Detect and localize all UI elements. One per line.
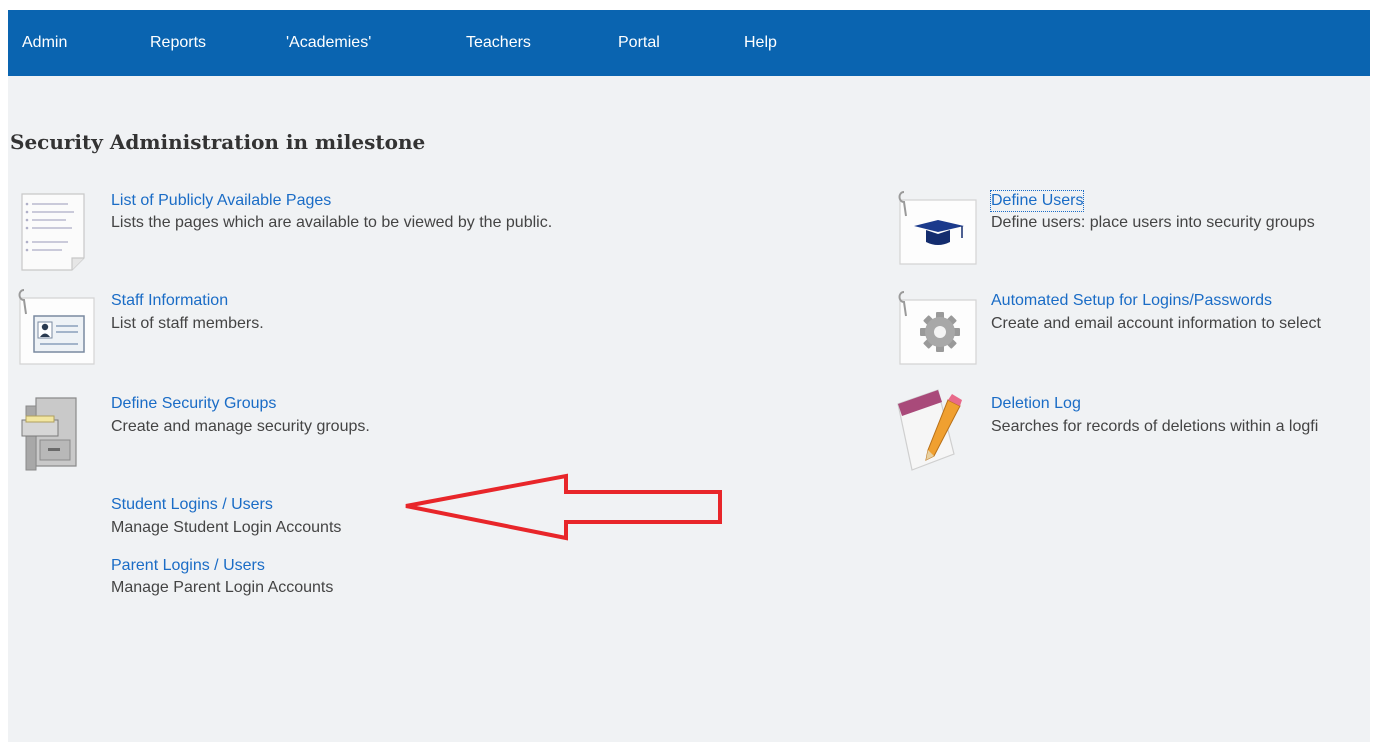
app-frame: Admin Reports 'Academies' Teachers Porta… xyxy=(8,10,1370,742)
define-users-description: Define users: place users into security … xyxy=(991,214,1315,231)
parent-logins-link[interactable]: Parent Logins / Users xyxy=(111,556,265,576)
nav-item-teachers[interactable]: Teachers xyxy=(466,10,531,76)
public-pages-link[interactable]: List of Publicly Available Pages xyxy=(111,191,331,211)
graduation-cap-icon[interactable] xyxy=(892,186,982,277)
nav-item-reports[interactable]: Reports xyxy=(150,10,206,76)
student-logins-description: Manage Student Login Accounts xyxy=(111,519,342,536)
define-security-groups-link[interactable]: Define Security Groups xyxy=(111,394,276,414)
staff-information-description: List of staff members. xyxy=(111,315,264,332)
automated-setup-description: Create and email account information to … xyxy=(991,315,1321,332)
nav-item-help[interactable]: Help xyxy=(744,10,777,76)
notepad-pencil-icon[interactable] xyxy=(888,384,970,479)
top-nav-bar: Admin Reports 'Academies' Teachers Porta… xyxy=(8,10,1370,76)
automated-setup-link[interactable]: Automated Setup for Logins/Passwords xyxy=(991,291,1272,311)
deletion-log-link[interactable]: Deletion Log xyxy=(991,394,1081,414)
red-arrow-annotation xyxy=(405,473,722,541)
gear-icon[interactable] xyxy=(892,286,982,377)
define-users-link[interactable]: Define Users xyxy=(989,190,1085,212)
define-security-groups-description: Create and manage security groups. xyxy=(111,418,370,435)
public-pages-description: Lists the pages which are available to b… xyxy=(111,214,553,231)
filing-cabinet-icon[interactable] xyxy=(18,394,88,479)
nav-item-academies[interactable]: 'Academies' xyxy=(286,10,371,76)
page-title: Security Administration in milestone xyxy=(10,130,426,154)
student-logins-link[interactable]: Student Logins / Users xyxy=(111,495,273,515)
nav-item-portal[interactable]: Portal xyxy=(618,10,660,76)
staff-information-link[interactable]: Staff Information xyxy=(111,291,228,311)
nav-item-admin[interactable]: Admin xyxy=(22,10,67,76)
document-list-icon[interactable] xyxy=(18,190,90,277)
deletion-log-description: Searches for records of deletions within… xyxy=(991,418,1319,435)
staff-card-icon[interactable] xyxy=(14,286,102,377)
parent-logins-description: Manage Parent Login Accounts xyxy=(111,579,334,596)
